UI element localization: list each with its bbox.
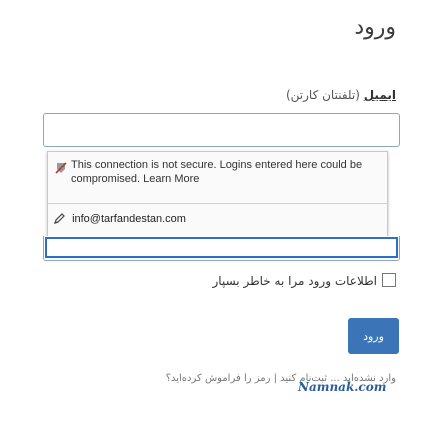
insecure-warning-icon — [55, 162, 67, 174]
remember-me-checkbox[interactable] — [382, 273, 396, 287]
login-submit-button[interactable]: ورود — [348, 318, 399, 354]
popup-divider — [48, 203, 387, 204]
page-title: ورود — [354, 15, 396, 40]
remember-me-label: اطلاعات ورود مرا به خاطر بسپار — [212, 274, 377, 288]
insecure-login-autofill-popup: This connection is not secure. Logins en… — [47, 151, 388, 238]
watermark-logo: Namnak.com — [298, 380, 387, 394]
login-suggestion-item[interactable]: info@tarfandestan.com — [54, 212, 186, 225]
insecure-warning-text[interactable]: This connection is not secure. Logins en… — [71, 158, 381, 186]
email-label: ایمیل — [363, 88, 396, 102]
key-icon — [54, 213, 65, 224]
remember-me-row[interactable]: اطلاعات ورود مرا به خاطر بسپار — [213, 273, 396, 288]
password-field-focus-ring — [45, 237, 398, 258]
login-suggestion-email: info@tarfandestan.com — [72, 213, 186, 225]
email-label-row: ایمیل (تلفنتان کارتن) — [286, 88, 396, 102]
email-label-hint: (تلفنتان کارتن) — [285, 88, 360, 102]
email-field[interactable] — [43, 113, 400, 147]
